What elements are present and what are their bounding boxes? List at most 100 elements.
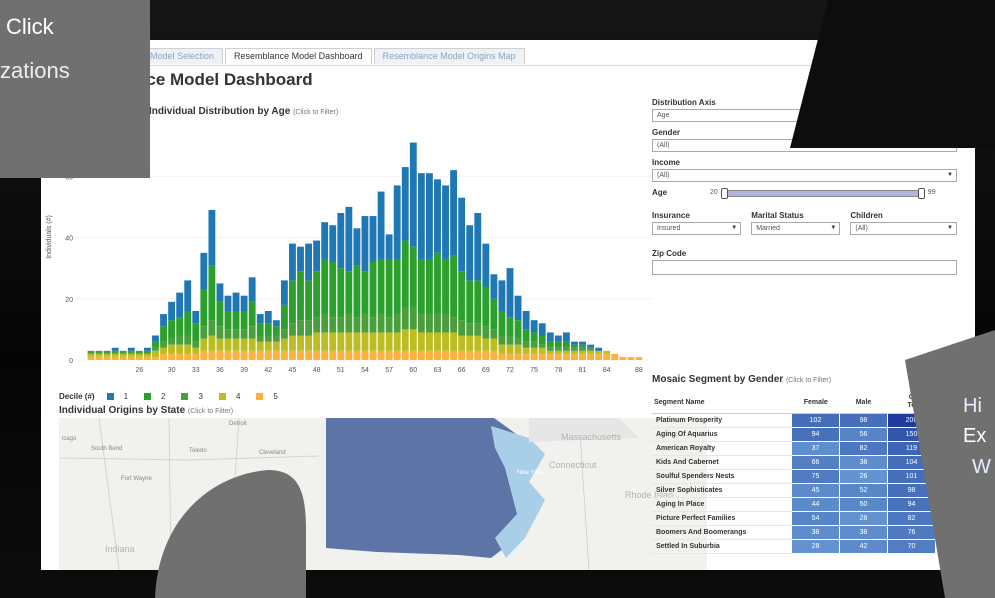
chart-bar-segment[interactable] — [369, 332, 377, 351]
chart-bar-segment[interactable] — [603, 353, 611, 360]
chart-bar-segment[interactable] — [546, 350, 554, 354]
chart-bar-segment[interactable] — [144, 353, 151, 357]
chart-bar-segment[interactable] — [329, 332, 337, 351]
chart-bar-segment[interactable] — [571, 353, 578, 360]
chart-bar-segment[interactable] — [321, 332, 329, 351]
chart-bar-segment[interactable] — [426, 173, 433, 259]
chart-bar-segment[interactable] — [627, 356, 635, 360]
chart-bar-segment[interactable] — [272, 326, 280, 336]
table-row[interactable]: Settled In Suburbia 28 42 70 — [652, 539, 936, 554]
chart-bar-segment[interactable] — [176, 353, 184, 360]
chart-bar-segment[interactable] — [538, 335, 546, 345]
chart-bar-segment[interactable] — [353, 265, 361, 318]
chart-bar-segment[interactable] — [369, 262, 377, 318]
chart-bar-segment[interactable] — [337, 268, 345, 318]
chart-bar-segment[interactable] — [587, 347, 594, 351]
chart-bar-segment[interactable] — [280, 304, 288, 330]
chart-bar-segment[interactable] — [579, 353, 586, 360]
chart-bar-segment[interactable] — [498, 311, 506, 336]
chart-bar-segment[interactable] — [546, 353, 554, 360]
chart-bar-segment[interactable] — [232, 311, 240, 330]
chart-bar-segment[interactable] — [498, 344, 506, 354]
chart-bar-segment[interactable] — [95, 350, 103, 354]
next-icon[interactable]: ▶ — [942, 76, 957, 91]
chart-bar-segment[interactable] — [522, 341, 530, 348]
chart-bar-segment[interactable] — [111, 347, 119, 351]
chart-bar-segment[interactable] — [377, 191, 385, 259]
chart-bar-segment[interactable] — [409, 307, 417, 330]
chart-bar-segment[interactable] — [417, 350, 425, 360]
chart-bar-segment[interactable] — [168, 344, 176, 354]
chart-bar-segment[interactable] — [329, 317, 337, 333]
chart-bar-segment[interactable] — [119, 353, 127, 357]
chart-bar-segment[interactable] — [562, 353, 570, 360]
chart-bar-segment[interactable] — [393, 350, 401, 360]
tab-model-selection[interactable]: Model Selection — [141, 48, 224, 64]
chart-bar-segment[interactable] — [337, 350, 345, 360]
chart-bar-segment[interactable] — [289, 323, 296, 336]
chart-bar-segment[interactable] — [514, 295, 522, 321]
chart-bar-segment[interactable] — [135, 353, 143, 357]
chart-bar-segment[interactable] — [530, 320, 538, 333]
chart-bar-segment[interactable] — [554, 335, 562, 342]
chart-bar-segment[interactable] — [377, 332, 385, 351]
chart-bar-segment[interactable] — [546, 332, 554, 342]
chart-bar-segment[interactable] — [305, 350, 312, 360]
chart-bar-segment[interactable] — [305, 320, 312, 336]
chart-bar-segment[interactable] — [289, 335, 296, 351]
chart-bar-segment[interactable] — [434, 314, 441, 333]
chart-bar-segment[interactable] — [240, 295, 248, 311]
chart-bar-segment[interactable] — [466, 225, 474, 281]
chart-bar-segment[interactable] — [474, 280, 482, 324]
chart-bar-segment[interactable] — [200, 338, 208, 351]
chart-bar-segment[interactable] — [538, 323, 546, 336]
chart-bar-segment[interactable] — [409, 350, 417, 360]
chart-bar-segment[interactable] — [248, 338, 256, 351]
chart-bar-segment[interactable] — [401, 307, 409, 330]
chart-bar-segment[interactable] — [280, 338, 288, 351]
chart-bar-segment[interactable] — [184, 335, 192, 345]
chart-bar-segment[interactable] — [579, 347, 586, 351]
chart-bar-segment[interactable] — [232, 329, 240, 339]
origins-map[interactable]: icago South Bend Toledo Cleveland Fort W… — [59, 418, 707, 570]
chart-bar-segment[interactable] — [200, 289, 208, 327]
chart-bar-segment[interactable] — [401, 240, 409, 308]
chart-bar-segment[interactable] — [498, 335, 506, 345]
chart-bar-segment[interactable] — [160, 347, 167, 354]
chart-bar-segment[interactable] — [87, 353, 95, 357]
table-row[interactable]: Silver Sophisticates 45 52 98 — [652, 483, 936, 498]
chart-bar-segment[interactable] — [490, 274, 498, 299]
chart-bar-segment[interactable] — [530, 353, 538, 360]
chart-bar-segment[interactable] — [474, 335, 482, 351]
chart-bar-segment[interactable] — [208, 265, 216, 321]
chart-bar-segment[interactable] — [506, 353, 514, 360]
chart-bar-segment[interactable] — [409, 142, 417, 247]
chart-bar-segment[interactable] — [168, 301, 176, 321]
chart-bar-segment[interactable] — [119, 356, 127, 360]
chart-bar-segment[interactable] — [385, 317, 393, 333]
chart-bar-segment[interactable] — [240, 329, 248, 339]
chart-bar-segment[interactable] — [192, 323, 200, 342]
chart-bar-segment[interactable] — [442, 314, 449, 333]
chart-bar-segment[interactable] — [297, 350, 304, 360]
chart-bar-segment[interactable] — [401, 350, 409, 360]
chart-bar-segment[interactable] — [417, 332, 425, 351]
chart-bar-segment[interactable] — [353, 332, 361, 351]
chart-bar-segment[interactable] — [321, 350, 329, 360]
chart-bar-segment[interactable] — [272, 320, 280, 327]
chart-bar-segment[interactable] — [87, 350, 95, 354]
chart-bar-segment[interactable] — [176, 335, 184, 345]
chart-bar-segment[interactable] — [176, 292, 184, 318]
chart-bar-segment[interactable] — [256, 341, 264, 351]
chart-bar-segment[interactable] — [530, 332, 538, 342]
chart-bar-segment[interactable] — [160, 314, 167, 327]
chart-bar-segment[interactable] — [272, 341, 280, 351]
chart-bar-segment[interactable] — [248, 301, 256, 327]
chart-bar-segment[interactable] — [498, 280, 506, 311]
chart-bar-segment[interactable] — [595, 347, 603, 351]
chart-bar-segment[interactable] — [297, 246, 304, 272]
chart-bar-segment[interactable] — [361, 216, 369, 272]
chart-bar-segment[interactable] — [458, 335, 466, 351]
chart-bar-segment[interactable] — [313, 240, 321, 272]
chart-bar-segment[interactable] — [587, 350, 594, 354]
